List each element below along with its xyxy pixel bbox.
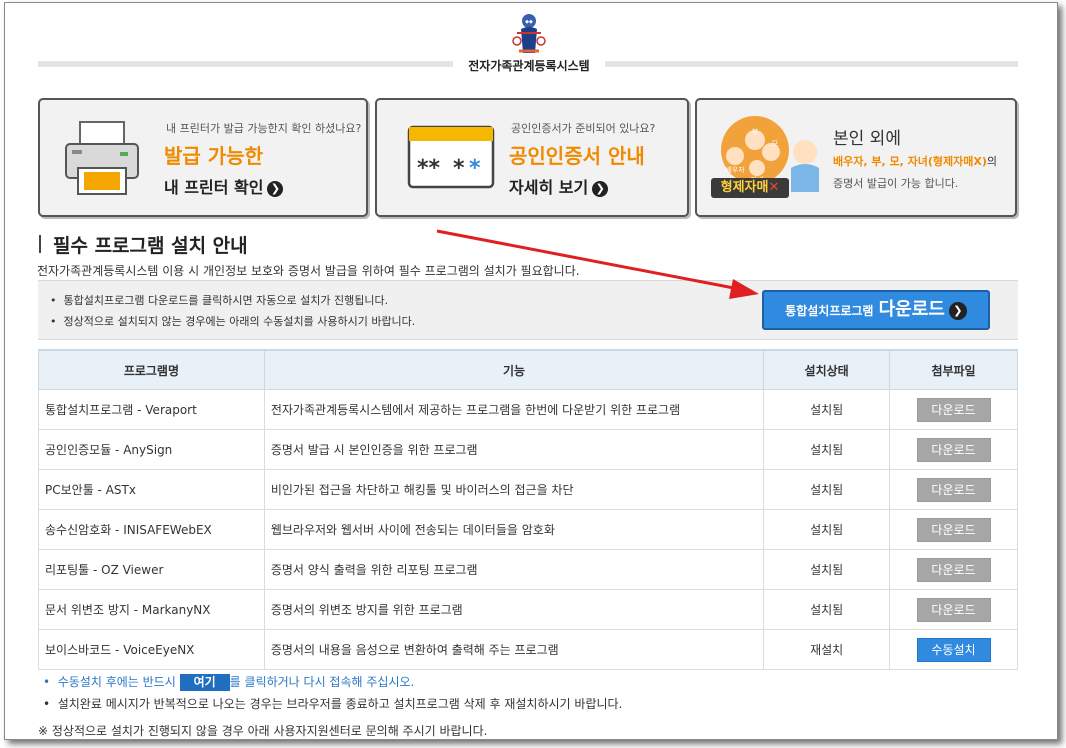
- browser-viewport: ◆◆ 전자가족관계등록시스템 내 프린터가 발급 가능한지 확인 하셨나요? 발…: [4, 2, 1058, 740]
- printer-card-subtitle: 내 프린터가 발급 가능한지 확인 하셨나요?: [166, 122, 362, 135]
- printer-card-heading: 발급 가능한: [164, 144, 263, 168]
- family-card-suffix: 의: [986, 155, 998, 168]
- install-status: 설치됨: [763, 549, 891, 590]
- header-attachment: 첨부파일: [889, 349, 1018, 390]
- certificate-detail-link-label: 자세히 보기: [509, 178, 589, 197]
- certificate-card-subtitle: 공인인증서가 준비되어 있나요?: [511, 122, 656, 135]
- integrated-download-big-label: 다운로드: [878, 299, 945, 320]
- family-card-line3: 증명서 발급이 가능 합니다.: [833, 177, 959, 190]
- footer-note-3: ※ 정상적으로 설치가 진행되지 않을 경우 아래 사용자지원센터로 문의해 주…: [38, 724, 488, 738]
- header-program-name: 프로그램명: [38, 349, 265, 390]
- install-status: 설치됨: [763, 469, 891, 510]
- printer-check-link-label: 내 프린터 확인: [164, 178, 264, 197]
- table-row: 통합설치프로그램 - Veraport 전자가족관계등록시스템에서 제공하는 프…: [38, 389, 1018, 430]
- integrated-download-button[interactable]: 통합설치프로그램 다운로드 ❯: [762, 290, 990, 330]
- integrated-download-small-label: 통합설치프로그램: [785, 304, 874, 318]
- program-name: 송수신암호화 - INISAFEWebEX: [38, 509, 265, 550]
- certificate-guide-card[interactable]: ** * * 공인인증서가 준비되어 있나요? 공인인증서 안내 자세히 보기 ❯: [375, 98, 689, 217]
- download-button[interactable]: 다운로드: [916, 397, 991, 422]
- attachment-cell: 다운로드: [889, 589, 1018, 630]
- family-label-spouse: 배우자: [725, 165, 745, 174]
- svg-text:**: **: [417, 156, 441, 181]
- table-header-row: 프로그램명 기능 설치상태 첨부파일: [38, 349, 1018, 390]
- table-row: 공인인증모듈 - AnySign 증명서 발급 시 본인인증을 위한 프로그램 …: [38, 429, 1018, 470]
- table-row: 송수신암호화 - INISAFEWebEX 웹브라우저와 웹서버 사이에 전송되…: [38, 509, 1018, 550]
- family-card-title: 본인 외에: [833, 129, 901, 149]
- attachment-cell: 다운로드: [889, 429, 1018, 470]
- footer-note-2: • 설치완료 메시지가 반복적으로 나오는 경우는 브라우저를 종료하고 설치프…: [43, 697, 623, 711]
- header-function: 기능: [263, 349, 765, 390]
- program-function: 증명서 발급 시 본인인증을 위한 프로그램: [263, 429, 765, 470]
- family-card-highlight: 배우자, 부, 모, 자녀(형제자매X): [833, 155, 987, 168]
- notice-item-1-text: 통합설치프로그램 다운로드를 클릭하시면 자동으로 설치가 진행됩니다.: [63, 294, 389, 307]
- footer-note-2-text: 설치완료 메시지가 반복적으로 나오는 경우는 브라우저를 종료하고 설치프로그…: [57, 697, 623, 711]
- header-install-status: 설치상태: [763, 349, 891, 390]
- sibling-excluded-badge: 형제자매✕: [711, 178, 789, 198]
- table-row: 리포팅툴 - OZ Viewer 증명서 양식 출력을 위한 리포팅 프로그램 …: [38, 549, 1018, 590]
- attachment-cell: 다운로드: [889, 549, 1018, 590]
- install-status: 설치됨: [763, 509, 891, 550]
- family-label-father: 부: [752, 128, 759, 136]
- program-function: 전자가족관계등록시스템에서 제공하는 프로그램을 한번에 다운받기 위한 프로그…: [263, 389, 765, 430]
- program-name: 리포팅툴 - OZ Viewer: [38, 549, 265, 590]
- justice-statue-emblem-icon: ◆◆: [512, 14, 546, 53]
- program-name: PC보안툴 - ASTx: [38, 469, 265, 510]
- program-table: 프로그램명 기능 설치상태 첨부파일 통합설치프로그램 - Veraport 전…: [38, 349, 1018, 670]
- printer-check-card[interactable]: 내 프린터가 발급 가능한지 확인 하셨나요? 발급 가능한 내 프린터 확인 ❯: [38, 98, 368, 217]
- arrow-right-circle-icon: ❯: [948, 301, 967, 320]
- footer-note-1-after: 를 클릭하거나 다시 접속해 주십시오.: [229, 675, 415, 689]
- footer-note-1-before: 수동설치 후에는 반드시: [57, 675, 176, 689]
- sibling-badge-label: 형제자매: [720, 180, 769, 195]
- install-status: 재설치: [763, 629, 891, 670]
- program-name: 통합설치프로그램 - Veraport: [38, 389, 265, 430]
- download-button[interactable]: 다운로드: [916, 557, 991, 582]
- install-status: 설치됨: [763, 589, 891, 630]
- program-name: 문서 위변조 방지 - MarkanyNX: [38, 589, 265, 630]
- svg-text:*: *: [469, 156, 481, 181]
- family-certificate-card: 부 모 배우자 자녀 형제자매✕ 본인 외에 배우자, 부, 모, 자녀(형제자…: [695, 98, 1017, 217]
- red-annotation-arrow: [436, 229, 759, 299]
- printer-icon: [65, 121, 139, 195]
- program-name: 공인인증모듈 - AnySign: [38, 429, 265, 470]
- table-row: PC보안툴 - ASTx 비인가된 접근을 차단하고 해킹툴 및 바이러스의 접…: [38, 469, 1018, 510]
- program-function: 웹브라우저와 웹서버 사이에 전송되는 데이터들을 암호화: [263, 509, 765, 550]
- program-function: 증명서의 위변조 방지를 위한 프로그램: [263, 589, 765, 630]
- attachment-cell: 다운로드: [889, 509, 1018, 550]
- svg-text:◆◆: ◆◆: [525, 19, 533, 25]
- manual-install-button[interactable]: 수동설치: [916, 637, 991, 662]
- install-status: 설치됨: [763, 429, 891, 470]
- download-button[interactable]: 다운로드: [916, 477, 991, 502]
- program-function: 증명서의 내용을 음성으로 변환하여 출력해 주는 프로그램: [263, 629, 765, 670]
- table-row: 문서 위변조 방지 - MarkanyNX 증명서의 위변조 방지를 위한 프로…: [38, 589, 1018, 630]
- notice-item-2-text: 정상적으로 설치되지 않는 경우에는 아래의 수동설치를 사용하시기 바랍니다.: [63, 315, 416, 328]
- download-button[interactable]: 다운로드: [916, 437, 991, 462]
- arrow-right-circle-icon: ❯: [267, 180, 284, 197]
- program-function: 비인가된 접근을 차단하고 해킹툴 및 바이러스의 접근을 차단: [263, 469, 765, 510]
- install-status: 설치됨: [763, 389, 891, 430]
- notice-item-2: • 정상적으로 설치되지 않는 경우에는 아래의 수동설치를 사용하시기 바랍니…: [50, 315, 416, 328]
- section-title-bar: [39, 235, 41, 253]
- attachment-cell: 다운로드: [889, 469, 1018, 510]
- footer-note-1: • 수동설치 후에는 반드시 여기 를 클릭하거나 다시 접속해 주십시오.: [43, 674, 415, 691]
- family-card-line2: 배우자, 부, 모, 자녀(형제자매X)의: [833, 153, 997, 169]
- excluded-x-icon: ✕: [768, 180, 780, 195]
- certificate-icon: ** * *: [407, 125, 495, 189]
- notice-item-1: • 통합설치프로그램 다운로드를 클릭하시면 자동으로 설치가 진행됩니다.: [50, 294, 389, 307]
- section-title: 필수 프로그램 설치 안내: [53, 235, 248, 257]
- program-name: 보이스바코드 - VoiceEyeNX: [38, 629, 265, 670]
- download-button[interactable]: 다운로드: [916, 517, 991, 542]
- table-row: 보이스바코드 - VoiceEyeNX 증명서의 내용을 음성으로 변환하여 출…: [38, 629, 1018, 670]
- certificate-card-heading: 공인인증서 안내: [509, 144, 645, 168]
- family-label-mother: 모: [772, 140, 779, 148]
- attachment-cell: 다운로드: [889, 389, 1018, 430]
- program-function: 증명서 양식 출력을 위한 리포팅 프로그램: [263, 549, 765, 590]
- attachment-cell: 수동설치: [889, 629, 1018, 670]
- arrow-right-circle-icon: ❯: [592, 180, 609, 197]
- certificate-detail-link[interactable]: 자세히 보기 ❯: [509, 174, 609, 198]
- printer-check-link[interactable]: 내 프린터 확인 ❯: [164, 174, 284, 198]
- reload-here-link[interactable]: 여기: [179, 674, 230, 691]
- svg-text:*: *: [453, 156, 465, 181]
- download-button[interactable]: 다운로드: [916, 597, 991, 622]
- site-title: 전자가족관계등록시스템: [453, 59, 605, 73]
